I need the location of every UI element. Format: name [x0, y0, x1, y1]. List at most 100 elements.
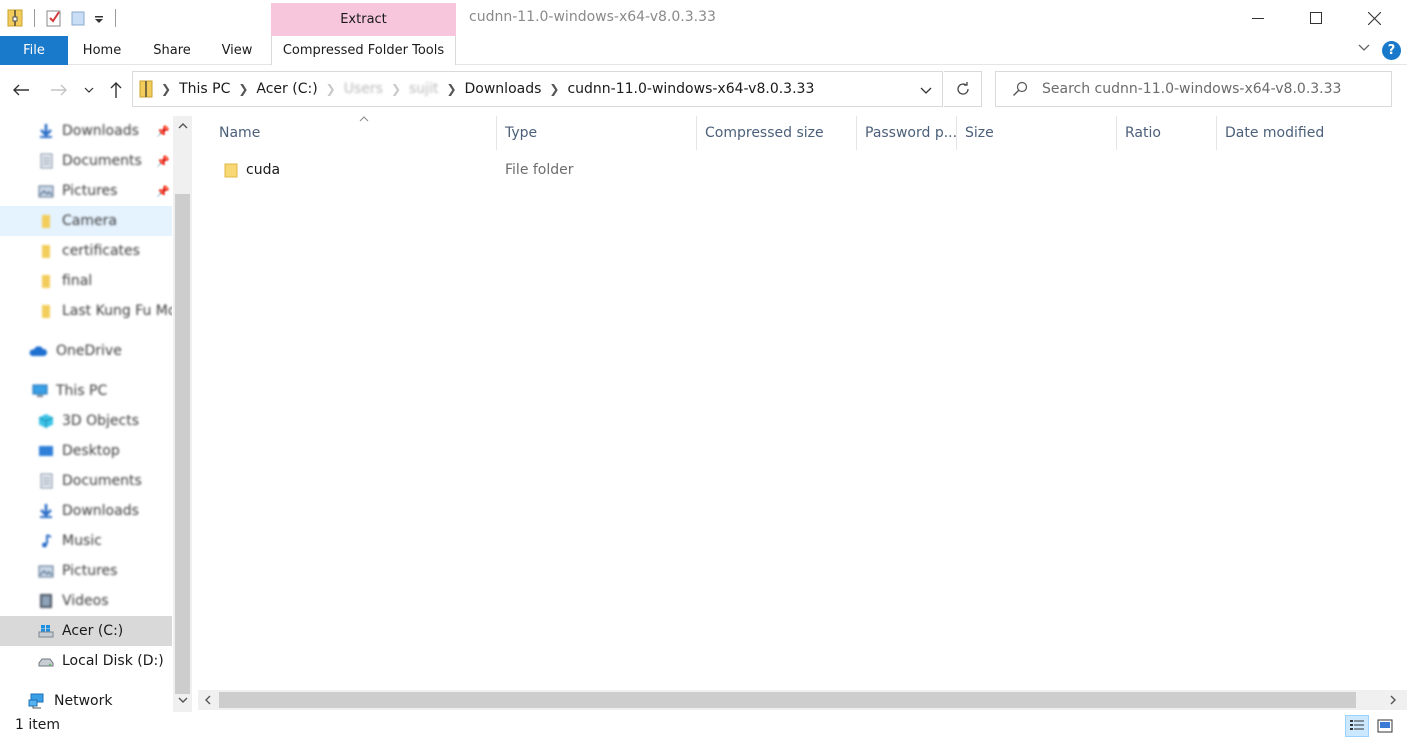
breadcrumb-separator-icon[interactable]: ❯: [326, 82, 336, 96]
network-icon: [28, 693, 46, 709]
scroll-down-arrow-icon[interactable]: [173, 690, 192, 710]
forward-arrow-icon: [51, 84, 67, 96]
cloud-icon: [28, 343, 48, 359]
film-icon: [38, 593, 54, 609]
expand-ribbon-chevron-icon[interactable]: [1357, 40, 1373, 58]
column-header-ratio[interactable]: Ratio: [1117, 116, 1217, 150]
breadcrumb-user-folder[interactable]: sujit: [409, 81, 438, 97]
breadcrumb-users[interactable]: Users: [344, 81, 383, 97]
nav-item-music[interactable]: Music: [0, 526, 172, 556]
new-folder-icon[interactable]: [69, 8, 87, 28]
customize-qat-dropdown-icon[interactable]: [93, 8, 105, 28]
table-row[interactable]: cuda File folder: [200, 156, 1405, 184]
address-bar[interactable]: ❯ This PC ❯ Acer (C:) ❯ Users ❯ sujit ❯ …: [132, 71, 943, 107]
windows-drive-icon: [38, 623, 54, 639]
nav-item-3d-objects[interactable]: 3D Objects: [0, 406, 172, 436]
search-box[interactable]: [995, 71, 1392, 107]
music-note-icon: [38, 533, 54, 549]
help-icon[interactable]: ?: [1382, 41, 1401, 60]
address-history-dropdown-icon[interactable]: [920, 84, 932, 100]
minimize-button[interactable]: [1229, 0, 1287, 36]
nav-item-certificates[interactable]: certificates: [0, 236, 172, 266]
breadcrumb-separator-icon[interactable]: ❯: [391, 82, 401, 96]
pin-icon[interactable]: 📌: [156, 125, 170, 138]
breadcrumb-this-pc[interactable]: This PC: [179, 81, 230, 97]
pin-icon[interactable]: 📌: [156, 155, 170, 168]
forward-button[interactable]: [48, 79, 70, 101]
maximize-icon: [1310, 12, 1322, 24]
nav-item-quick-documents[interactable]: Documents 📌: [0, 146, 172, 176]
tab-file[interactable]: File: [0, 36, 68, 65]
nav-item-final[interactable]: final: [0, 266, 172, 296]
cube-icon: [38, 413, 54, 429]
nav-pane-vertical-scrollbar[interactable]: [173, 116, 192, 712]
up-button[interactable]: [105, 79, 127, 101]
nav-item-desktop[interactable]: Desktop: [0, 436, 172, 466]
column-header-size[interactable]: Size: [957, 116, 1117, 150]
document-icon: [38, 473, 54, 489]
context-tab-group-extract: Extract: [271, 3, 456, 36]
nav-item-this-pc[interactable]: This PC: [0, 376, 172, 406]
recent-locations-button[interactable]: [80, 79, 98, 101]
breadcrumb-current-folder[interactable]: cudnn-11.0-windows-x64-v8.0.3.33: [567, 81, 814, 97]
item-count: 1 item: [15, 717, 60, 733]
back-button[interactable]: [10, 79, 32, 101]
nav-item-videos[interactable]: Videos: [0, 586, 172, 616]
nav-item-network[interactable]: Network: [0, 686, 172, 712]
pin-icon[interactable]: 📌: [156, 185, 170, 198]
drive-icon: [38, 653, 54, 669]
properties-check-icon[interactable]: [45, 8, 63, 28]
column-header-date-modified[interactable]: Date modified: [1217, 116, 1387, 150]
tab-compressed-folder-tools[interactable]: Compressed Folder Tools: [271, 36, 456, 65]
download-arrow-icon: [38, 123, 54, 139]
breadcrumb-separator-icon[interactable]: ❯: [446, 82, 456, 96]
scroll-left-arrow-icon[interactable]: [198, 690, 218, 710]
sort-ascending-icon: [359, 116, 369, 125]
column-header-compressed-size[interactable]: Compressed size: [697, 116, 857, 150]
tab-view[interactable]: View: [212, 36, 262, 65]
computer-icon: [32, 383, 48, 399]
nav-item-local-disk-d[interactable]: Local Disk (D:): [0, 646, 172, 676]
close-icon: [1367, 11, 1381, 25]
tab-share[interactable]: Share: [144, 36, 200, 65]
search-input[interactable]: [1042, 81, 1382, 97]
nav-item-quick-pictures[interactable]: Pictures 📌: [0, 176, 172, 206]
document-icon: [38, 153, 54, 169]
window-title: cudnn-11.0-windows-x64-v8.0.3.33: [469, 9, 716, 25]
file-list-horizontal-scrollbar[interactable]: [198, 690, 1407, 710]
breadcrumb-separator-icon[interactable]: ❯: [549, 82, 559, 96]
details-view-button[interactable]: [1345, 715, 1369, 737]
column-header-type[interactable]: Type: [497, 116, 697, 150]
scrollbar-thumb[interactable]: [219, 692, 1356, 708]
file-list: Name Type Compressed size Password p... …: [200, 116, 1405, 689]
scroll-right-arrow-icon[interactable]: [1383, 690, 1403, 710]
nav-item-acer-c[interactable]: Acer (C:): [0, 616, 172, 646]
nav-item-downloads[interactable]: Downloads: [0, 496, 172, 526]
nav-item-onedrive[interactable]: OneDrive: [0, 336, 172, 366]
folder-icon: [38, 213, 54, 229]
zip-folder-icon: [6, 8, 24, 28]
nav-item-camera[interactable]: Camera: [0, 206, 172, 236]
scrollbar-thumb[interactable]: [175, 194, 190, 694]
scroll-up-arrow-icon[interactable]: [173, 116, 192, 136]
breadcrumb-separator-icon[interactable]: ❯: [238, 82, 248, 96]
zip-folder-icon: [139, 79, 153, 99]
nav-item-documents[interactable]: Documents: [0, 466, 172, 496]
nav-item-pictures[interactable]: Pictures: [0, 556, 172, 586]
breadcrumb-acer-c[interactable]: Acer (C:): [256, 81, 317, 97]
refresh-button[interactable]: [944, 71, 982, 107]
back-arrow-icon: [13, 84, 29, 96]
folder-icon: [38, 273, 54, 289]
file-name[interactable]: cuda: [246, 156, 280, 184]
close-button[interactable]: [1345, 0, 1403, 36]
nav-item-last-kung-fu[interactable]: Last Kung Fu Mo: [0, 296, 172, 326]
maximize-button[interactable]: [1287, 0, 1345, 36]
folder-icon: [224, 156, 238, 184]
large-icons-view-button[interactable]: [1373, 715, 1397, 737]
nav-item-quick-downloads[interactable]: Downloads 📌: [0, 116, 172, 146]
column-header-password-protected[interactable]: Password p...: [857, 116, 957, 150]
tab-home[interactable]: Home: [74, 36, 130, 65]
up-arrow-icon: [110, 82, 122, 98]
column-header-name[interactable]: Name: [211, 116, 497, 150]
breadcrumb-downloads[interactable]: Downloads: [465, 81, 542, 97]
